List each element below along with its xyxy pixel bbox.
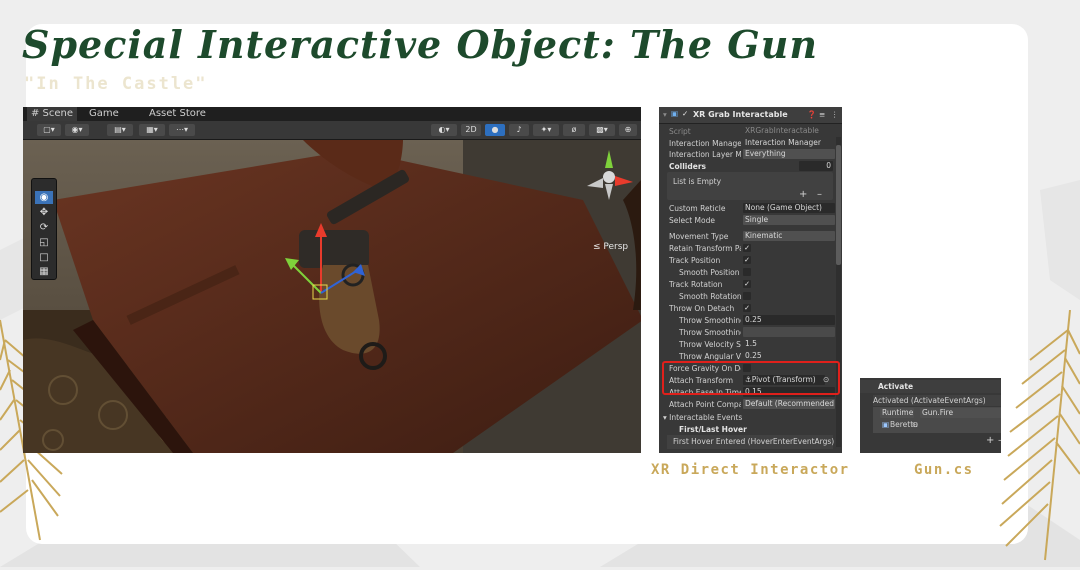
script-field: XRGrabInteractable — [743, 126, 835, 136]
effects-dropdown[interactable]: ✦▾ — [533, 124, 559, 136]
retain-transform-checkbox[interactable]: ✓ — [743, 244, 751, 252]
interactable-events-foldout[interactable]: ▾ Interactable Events — [663, 412, 742, 423]
custom-reticle-label: Custom Reticle — [669, 204, 726, 213]
grid-snap-dropdown[interactable]: ▤▾ — [107, 124, 133, 136]
ruler-dropdown[interactable]: ⋯▾ — [169, 124, 195, 136]
track-position-checkbox[interactable]: ✓ — [743, 256, 751, 264]
slide-subtitle: "In The Castle" — [24, 74, 208, 94]
tab-scene[interactable]: # Scene — [27, 107, 78, 121]
track-rotation-label: Track Rotation — [669, 280, 723, 289]
event-remove-icon[interactable]: – — [998, 435, 1001, 446]
interaction-layer-dropdown[interactable]: Everything — [743, 149, 835, 159]
throw-smoothing-curve-field[interactable] — [743, 327, 835, 337]
interactable-events-label: Interactable Events — [669, 413, 743, 422]
throw-velocity-scale-label: Throw Velocity Sc — [679, 340, 741, 349]
track-rotation-checkbox[interactable]: ✓ — [743, 280, 751, 288]
colliders-count-field[interactable]: 0 — [799, 161, 833, 171]
smooth-position-checkbox[interactable] — [743, 268, 751, 276]
component-icon: ▣ — [671, 109, 679, 118]
pine-branch-right-decoration — [999, 310, 1080, 561]
move-tool-icon[interactable]: ✥ — [35, 206, 53, 219]
event-add-icon[interactable]: + — [986, 435, 994, 446]
inspector-caption: XR Direct Interactor — [651, 462, 850, 478]
list-remove-icon[interactable]: – — [817, 189, 822, 200]
interaction-manager-field[interactable]: Interaction Manager — [743, 138, 835, 148]
event-caption: Gun.cs — [914, 462, 974, 478]
context-menu-icon[interactable]: ⋮ — [831, 110, 839, 119]
lighting-toggle-icon[interactable]: ● — [485, 124, 505, 136]
interaction-manager-label: Interaction Manager — [669, 139, 741, 148]
foldout-arrow-icon[interactable]: ▾ — [663, 110, 667, 119]
draw-mode-dropdown[interactable]: ▢▾ — [37, 124, 61, 136]
attach-point-compat-label: Attach Point Compat — [669, 400, 741, 409]
inspector-scrollbar[interactable] — [836, 137, 841, 447]
enabled-checkbox[interactable]: ✓ — [682, 109, 688, 118]
retain-transform-label: Retain Transform Pa — [669, 244, 741, 253]
movement-type-dropdown[interactable]: Kinematic — [743, 231, 835, 241]
increment-snap-dropdown[interactable]: ▦▾ — [139, 124, 165, 136]
castle-scene-render — [23, 140, 641, 453]
attach-point-compat-dropdown[interactable]: Default (Recommended — [743, 399, 835, 409]
select-mode-label: Select Mode — [669, 216, 715, 225]
view-tool-icon[interactable]: ◉ — [35, 191, 53, 204]
scene-view[interactable]: # Scene Game Asset Store ▢▾ ◉▾ ▤▾ ▦▾ ⋯▾ … — [23, 107, 641, 453]
component-header[interactable]: ▾ ▣ ✓ XR Grab Interactable ❓ ≡ ⋮ — [659, 107, 842, 124]
throw-angular-velocity-field[interactable]: 0.25 — [743, 351, 835, 361]
component-title: XR Grab Interactable — [693, 110, 788, 119]
editor-tab-bar: # Scene Game Asset Store — [23, 107, 641, 121]
preset-icon[interactable]: ≡ — [819, 110, 825, 119]
scrollbar-thumb[interactable] — [836, 145, 841, 265]
custom-reticle-field[interactable]: None (Game Object) — [743, 203, 835, 213]
runtime-dropdown[interactable]: Runtime (▾ — [880, 408, 914, 418]
throw-smoothing-duration-field[interactable]: 0.25 — [743, 315, 835, 325]
script-label: Script — [669, 127, 691, 136]
colliders-label[interactable]: Colliders — [669, 161, 741, 172]
select-mode-dropdown[interactable]: Single — [743, 215, 835, 225]
interaction-layer-label: Interaction Layer Ma — [669, 150, 741, 159]
throw-velocity-scale-field[interactable]: 1.5 — [743, 339, 835, 349]
smooth-rotation-checkbox[interactable] — [743, 292, 751, 300]
mode-2d-button[interactable]: 2D — [461, 124, 481, 136]
foldout-arrow-icon: ▾ — [663, 413, 667, 422]
throw-smoothing-duration-label: Throw Smoothing — [679, 316, 741, 325]
rotate-tool-icon[interactable]: ⟳ — [35, 221, 53, 234]
list-add-icon[interactable]: + — [799, 189, 807, 200]
render-mode-dropdown[interactable]: ◉▾ — [65, 124, 89, 136]
tab-asset-store[interactable]: Asset Store — [145, 107, 210, 121]
scale-tool-icon[interactable]: ◱ — [35, 236, 53, 249]
first-hover-entered-label: First Hover Entered (HoverEnterEventArgs… — [673, 437, 835, 446]
hidden-objects-icon[interactable]: ø — [563, 124, 585, 136]
smooth-rotation-label: Smooth Rotation — [679, 292, 741, 301]
perspective-label[interactable]: ≤ Persp — [593, 242, 628, 252]
activate-header: Activate — [878, 382, 914, 391]
transform-tool-icon[interactable]: ▦ — [35, 265, 53, 278]
smooth-position-label: Smooth Position — [679, 268, 740, 277]
list-empty-text: List is Empty — [673, 177, 722, 186]
scene-toolbar: ▢▾ ◉▾ ▤▾ ▦▾ ⋯▾ ◐▾ 2D ● ♪ ✦▾ ø ▩▾ ⊕ — [23, 121, 641, 140]
slide-title: Special Interactive Object: The Gun — [22, 22, 819, 67]
highlight-box — [662, 361, 840, 395]
first-last-hover-label[interactable]: First/Last Hover — [679, 424, 747, 435]
scene-tools-palette: ◉ ✥ ⟳ ◱ □ ▦ — [31, 178, 57, 280]
object-picker-icon[interactable]: ⊙ — [912, 420, 918, 429]
shading-dropdown[interactable]: ◐▾ — [431, 124, 457, 136]
activated-event-label: Activated (ActivateEventArgs) — [873, 395, 1001, 406]
track-position-label: Track Position — [669, 256, 721, 265]
help-icon[interactable]: ❓ — [807, 110, 816, 119]
object-icon: ▣ — [882, 420, 890, 429]
throw-on-detach-label: Throw On Detach — [669, 304, 735, 313]
scene-viewport[interactable]: ◉ ✥ ⟳ ◱ □ ▦ ≤ Persp — [23, 140, 641, 453]
gizmos-icon[interactable]: ⊕ — [619, 124, 637, 136]
rect-tool-icon[interactable]: □ — [35, 251, 53, 264]
inspector-panel: ▾ ▣ ✓ XR Grab Interactable ❓ ≡ ⋮ Script … — [659, 107, 842, 453]
audio-toggle-icon[interactable]: ♪ — [509, 124, 529, 136]
camera-settings-dropdown[interactable]: ▩▾ — [589, 124, 615, 136]
activate-event-panel: Activate Activated (ActivateEventArgs) R… — [860, 378, 1001, 453]
function-dropdown[interactable]: Gun.Fire — [920, 408, 1001, 418]
tab-game[interactable]: Game — [85, 107, 123, 121]
movement-type-label: Movement Type — [669, 232, 729, 241]
throw-smoothing-curve-label: Throw Smoothing — [679, 328, 741, 337]
throw-on-detach-checkbox[interactable]: ✓ — [743, 304, 751, 312]
